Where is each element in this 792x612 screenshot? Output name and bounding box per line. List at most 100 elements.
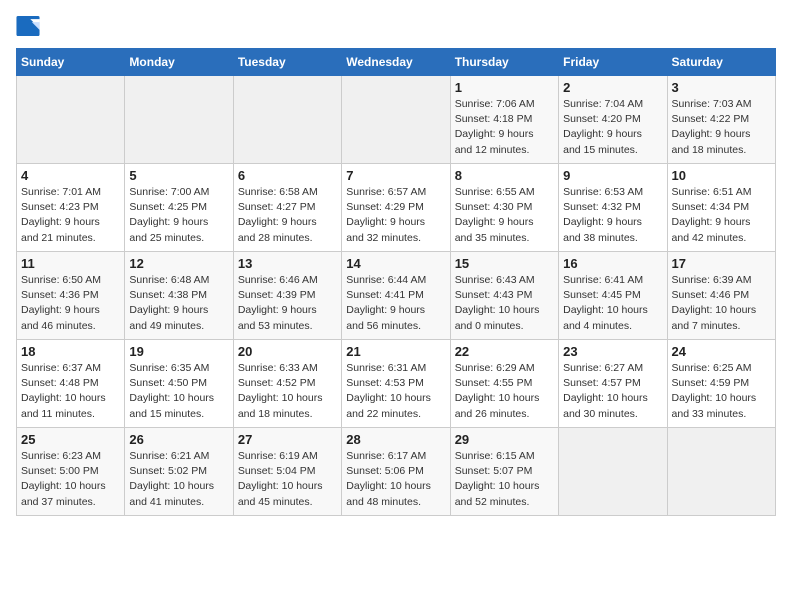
day-info: Sunrise: 6:50 AM Sunset: 4:36 PM Dayligh… <box>21 273 120 334</box>
day-of-week-header: Monday <box>125 49 233 76</box>
day-info: Sunrise: 6:25 AM Sunset: 4:59 PM Dayligh… <box>672 361 771 422</box>
day-number: 20 <box>238 344 337 359</box>
day-number: 26 <box>129 432 228 447</box>
calendar-cell <box>125 76 233 164</box>
day-number: 18 <box>21 344 120 359</box>
calendar-cell: 18 Sunrise: 6:37 AM Sunset: 4:48 PM Dayli… <box>17 340 125 428</box>
calendar-cell: 9 Sunrise: 6:53 AM Sunset: 4:32 PM Daylig… <box>559 164 667 252</box>
day-info: Sunrise: 6:21 AM Sunset: 5:02 PM Dayligh… <box>129 449 228 510</box>
calendar-cell: 23Sunrise: 6:27 AM Sunset: 4:57 PM Dayli… <box>559 340 667 428</box>
calendar-week-row: 1Sunrise: 7:06 AM Sunset: 4:18 PM Daylig… <box>17 76 776 164</box>
day-number: 23 <box>563 344 662 359</box>
calendar-cell: 27Sunrise: 6:19 AM Sunset: 5:04 PM Dayli… <box>233 428 341 516</box>
calendar-cell <box>342 76 450 164</box>
day-number: 21 <box>346 344 445 359</box>
calendar-week-row: 4 Sunrise: 7:01 AM Sunset: 4:23 PM Daylig… <box>17 164 776 252</box>
day-info: Sunrise: 6:17 AM Sunset: 5:06 PM Dayligh… <box>346 449 445 510</box>
calendar-cell: 4 Sunrise: 7:01 AM Sunset: 4:23 PM Daylig… <box>17 164 125 252</box>
day-info: Sunrise: 6:44 AM Sunset: 4:41 PM Dayligh… <box>346 273 445 334</box>
calendar-cell <box>667 428 775 516</box>
calendar-cell: 29 Sunrise: 6:15 AM Sunset: 5:07 PM Dayli… <box>450 428 558 516</box>
day-of-week-header: Sunday <box>17 49 125 76</box>
calendar-cell: 25 Sunrise: 6:23 AM Sunset: 5:00 PM Dayli… <box>17 428 125 516</box>
calendar-table: SundayMondayTuesdayWednesdayThursdayFrid… <box>16 48 776 516</box>
day-number: 2 <box>563 80 662 95</box>
day-number: 3 <box>672 80 771 95</box>
day-info: Sunrise: 6:15 AM Sunset: 5:07 PM Dayligh… <box>455 449 554 510</box>
day-number: 4 <box>21 168 120 183</box>
calendar-week-row: 18 Sunrise: 6:37 AM Sunset: 4:48 PM Dayli… <box>17 340 776 428</box>
calendar-week-row: 25 Sunrise: 6:23 AM Sunset: 5:00 PM Dayli… <box>17 428 776 516</box>
day-number: 15 <box>455 256 554 271</box>
day-number: 9 <box>563 168 662 183</box>
calendar-cell: 20 Sunrise: 6:33 AM Sunset: 4:52 PM Dayli… <box>233 340 341 428</box>
calendar-cell: 19 Sunrise: 6:35 AM Sunset: 4:50 PM Dayli… <box>125 340 233 428</box>
logo <box>16 16 44 36</box>
day-number: 5 <box>129 168 228 183</box>
day-of-week-header: Tuesday <box>233 49 341 76</box>
day-of-week-header: Friday <box>559 49 667 76</box>
day-info: Sunrise: 6:31 AM Sunset: 4:53 PM Dayligh… <box>346 361 445 422</box>
day-number: 1 <box>455 80 554 95</box>
calendar-header-row: SundayMondayTuesdayWednesdayThursdayFrid… <box>17 49 776 76</box>
day-number: 7 <box>346 168 445 183</box>
calendar-cell: 2 Sunrise: 7:04 AM Sunset: 4:20 PM Daylig… <box>559 76 667 164</box>
day-number: 29 <box>455 432 554 447</box>
calendar-cell: 17 Sunrise: 6:39 AM Sunset: 4:46 PM Dayli… <box>667 252 775 340</box>
day-info: Sunrise: 6:33 AM Sunset: 4:52 PM Dayligh… <box>238 361 337 422</box>
day-info: Sunrise: 6:41 AM Sunset: 4:45 PM Dayligh… <box>563 273 662 334</box>
day-info: Sunrise: 6:58 AM Sunset: 4:27 PM Dayligh… <box>238 185 337 246</box>
day-number: 24 <box>672 344 771 359</box>
day-number: 10 <box>672 168 771 183</box>
day-info: Sunrise: 6:51 AM Sunset: 4:34 PM Dayligh… <box>672 185 771 246</box>
day-info: Sunrise: 6:43 AM Sunset: 4:43 PM Dayligh… <box>455 273 554 334</box>
calendar-cell: 11 Sunrise: 6:50 AM Sunset: 4:36 PM Dayli… <box>17 252 125 340</box>
calendar-cell <box>233 76 341 164</box>
day-info: Sunrise: 7:00 AM Sunset: 4:25 PM Dayligh… <box>129 185 228 246</box>
day-number: 11 <box>21 256 120 271</box>
day-number: 12 <box>129 256 228 271</box>
calendar-cell: 16 Sunrise: 6:41 AM Sunset: 4:45 PM Dayli… <box>559 252 667 340</box>
calendar-cell: 3 Sunrise: 7:03 AM Sunset: 4:22 PM Daylig… <box>667 76 775 164</box>
day-info: Sunrise: 6:57 AM Sunset: 4:29 PM Dayligh… <box>346 185 445 246</box>
calendar-cell: 12 Sunrise: 6:48 AM Sunset: 4:38 PM Dayli… <box>125 252 233 340</box>
day-info: Sunrise: 6:46 AM Sunset: 4:39 PM Dayligh… <box>238 273 337 334</box>
day-number: 13 <box>238 256 337 271</box>
calendar-week-row: 11 Sunrise: 6:50 AM Sunset: 4:36 PM Dayli… <box>17 252 776 340</box>
page-header <box>16 16 776 36</box>
calendar-cell: 28 Sunrise: 6:17 AM Sunset: 5:06 PM Dayli… <box>342 428 450 516</box>
day-number: 17 <box>672 256 771 271</box>
logo-icon <box>16 16 40 36</box>
calendar-cell: 14Sunrise: 6:44 AM Sunset: 4:41 PM Dayli… <box>342 252 450 340</box>
calendar-cell <box>17 76 125 164</box>
calendar-cell: 7 Sunrise: 6:57 AM Sunset: 4:29 PM Daylig… <box>342 164 450 252</box>
day-info: Sunrise: 7:03 AM Sunset: 4:22 PM Dayligh… <box>672 97 771 158</box>
day-info: Sunrise: 6:37 AM Sunset: 4:48 PM Dayligh… <box>21 361 120 422</box>
day-of-week-header: Wednesday <box>342 49 450 76</box>
day-number: 16 <box>563 256 662 271</box>
day-info: Sunrise: 6:23 AM Sunset: 5:00 PM Dayligh… <box>21 449 120 510</box>
day-number: 19 <box>129 344 228 359</box>
day-number: 22 <box>455 344 554 359</box>
calendar-cell: 6 Sunrise: 6:58 AM Sunset: 4:27 PM Daylig… <box>233 164 341 252</box>
day-info: Sunrise: 6:29 AM Sunset: 4:55 PM Dayligh… <box>455 361 554 422</box>
day-info: Sunrise: 6:39 AM Sunset: 4:46 PM Dayligh… <box>672 273 771 334</box>
day-info: Sunrise: 6:53 AM Sunset: 4:32 PM Dayligh… <box>563 185 662 246</box>
calendar-cell: 21 Sunrise: 6:31 AM Sunset: 4:53 PM Dayli… <box>342 340 450 428</box>
calendar-cell: 24 Sunrise: 6:25 AM Sunset: 4:59 PM Dayli… <box>667 340 775 428</box>
day-info: Sunrise: 6:55 AM Sunset: 4:30 PM Dayligh… <box>455 185 554 246</box>
day-info: Sunrise: 6:48 AM Sunset: 4:38 PM Dayligh… <box>129 273 228 334</box>
day-info: Sunrise: 6:35 AM Sunset: 4:50 PM Dayligh… <box>129 361 228 422</box>
day-number: 8 <box>455 168 554 183</box>
calendar-cell: 15 Sunrise: 6:43 AM Sunset: 4:43 PM Dayli… <box>450 252 558 340</box>
calendar-cell: 8 Sunrise: 6:55 AM Sunset: 4:30 PM Daylig… <box>450 164 558 252</box>
day-number: 28 <box>346 432 445 447</box>
day-info: Sunrise: 7:01 AM Sunset: 4:23 PM Dayligh… <box>21 185 120 246</box>
calendar-cell: 22 Sunrise: 6:29 AM Sunset: 4:55 PM Dayli… <box>450 340 558 428</box>
calendar-cell: 26 Sunrise: 6:21 AM Sunset: 5:02 PM Dayli… <box>125 428 233 516</box>
day-info: Sunrise: 7:04 AM Sunset: 4:20 PM Dayligh… <box>563 97 662 158</box>
day-number: 25 <box>21 432 120 447</box>
calendar-cell <box>559 428 667 516</box>
calendar-cell: 1Sunrise: 7:06 AM Sunset: 4:18 PM Daylig… <box>450 76 558 164</box>
day-number: 6 <box>238 168 337 183</box>
